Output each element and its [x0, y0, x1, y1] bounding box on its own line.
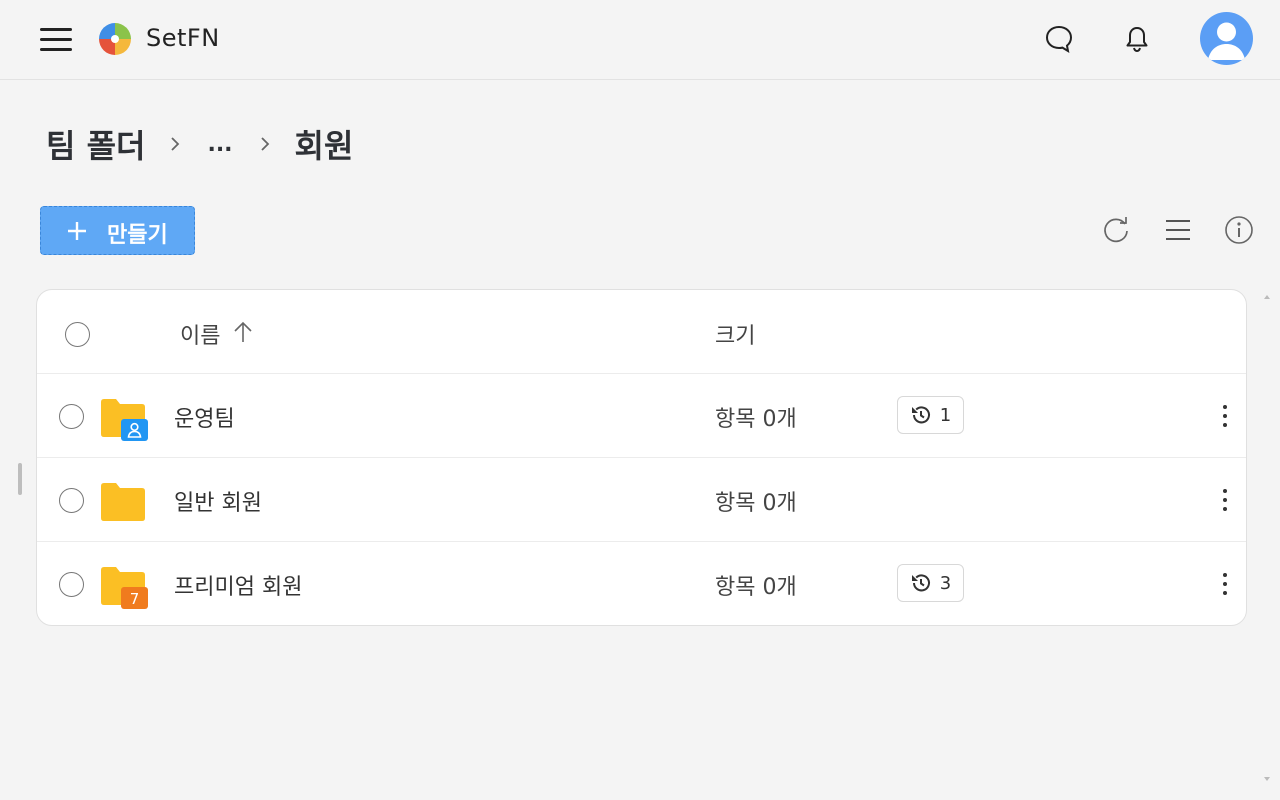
logo-icon [97, 21, 133, 57]
table-header: 이름 크기 [37, 290, 1246, 374]
table-row[interactable]: 일반 회원 항목 0개 [37, 458, 1246, 542]
create-button-label: 만들기 [107, 223, 168, 248]
history-icon [911, 406, 930, 424]
sidebar-resize-handle[interactable] [18, 463, 22, 495]
table-row[interactable]: 7 프리미엄 회원 항목 0개 3 [37, 542, 1246, 625]
version-history-button[interactable]: 3 [897, 564, 964, 602]
menu-icon[interactable] [40, 26, 72, 52]
file-list: 이름 크기 운영팀 항목 0개 1 일반 회원 항목 0개 7 프리미엄 회원 … [36, 289, 1247, 626]
more-options-icon[interactable] [1213, 484, 1237, 516]
version-count: 1 [939, 404, 952, 426]
shared-folder-icon [101, 398, 148, 441]
more-options-icon[interactable] [1213, 568, 1237, 600]
folder-name[interactable]: 운영팀 [174, 401, 235, 433]
scroll-up-icon[interactable] [1262, 287, 1272, 299]
history-icon [911, 574, 930, 592]
breadcrumb-ellipsis[interactable]: ... [207, 132, 232, 157]
folder-name[interactable]: 일반 회원 [174, 485, 262, 517]
row-checkbox[interactable] [59, 488, 84, 513]
bell-icon[interactable] [1120, 22, 1154, 56]
folder-badge-number: 7 [130, 590, 140, 608]
more-options-icon[interactable] [1213, 400, 1237, 432]
breadcrumb: 팀 폴더 ... 회원 [46, 120, 353, 168]
chat-icon[interactable] [1042, 22, 1076, 56]
refresh-icon[interactable] [1100, 214, 1132, 246]
version-count: 3 [939, 572, 952, 594]
folder-size: 항목 0개 [715, 491, 797, 516]
column-size[interactable]: 크기 [715, 318, 755, 350]
breadcrumb-root[interactable]: 팀 폴더 [46, 121, 145, 167]
plus-icon [67, 221, 87, 241]
column-name[interactable]: 이름 [180, 318, 220, 350]
list-view-icon[interactable] [1162, 214, 1194, 246]
folder-size: 항목 0개 [715, 575, 797, 600]
select-all-checkbox[interactable] [65, 322, 90, 347]
scroll-down-icon[interactable] [1262, 769, 1272, 781]
sort-ascending-icon[interactable] [232, 320, 254, 344]
brand-name: SetFN [146, 24, 220, 52]
create-button[interactable]: 만들기 [40, 206, 195, 255]
info-icon[interactable] [1223, 214, 1255, 246]
chevron-right-icon [145, 124, 205, 164]
folder-icon [101, 482, 145, 521]
table-row[interactable]: 운영팀 항목 0개 1 [37, 374, 1246, 458]
folder-size: 항목 0개 [715, 407, 797, 432]
version-history-button[interactable]: 1 [897, 396, 964, 434]
avatar-icon[interactable] [1200, 12, 1253, 65]
row-checkbox[interactable] [59, 572, 84, 597]
breadcrumb-current: 회원 [294, 127, 354, 165]
row-checkbox[interactable] [59, 404, 84, 429]
chevron-right-icon [235, 124, 295, 164]
top-bar: SetFN [0, 0, 1280, 80]
badged-folder-icon: 7 [101, 566, 148, 609]
folder-name[interactable]: 프리미엄 회원 [174, 569, 302, 601]
